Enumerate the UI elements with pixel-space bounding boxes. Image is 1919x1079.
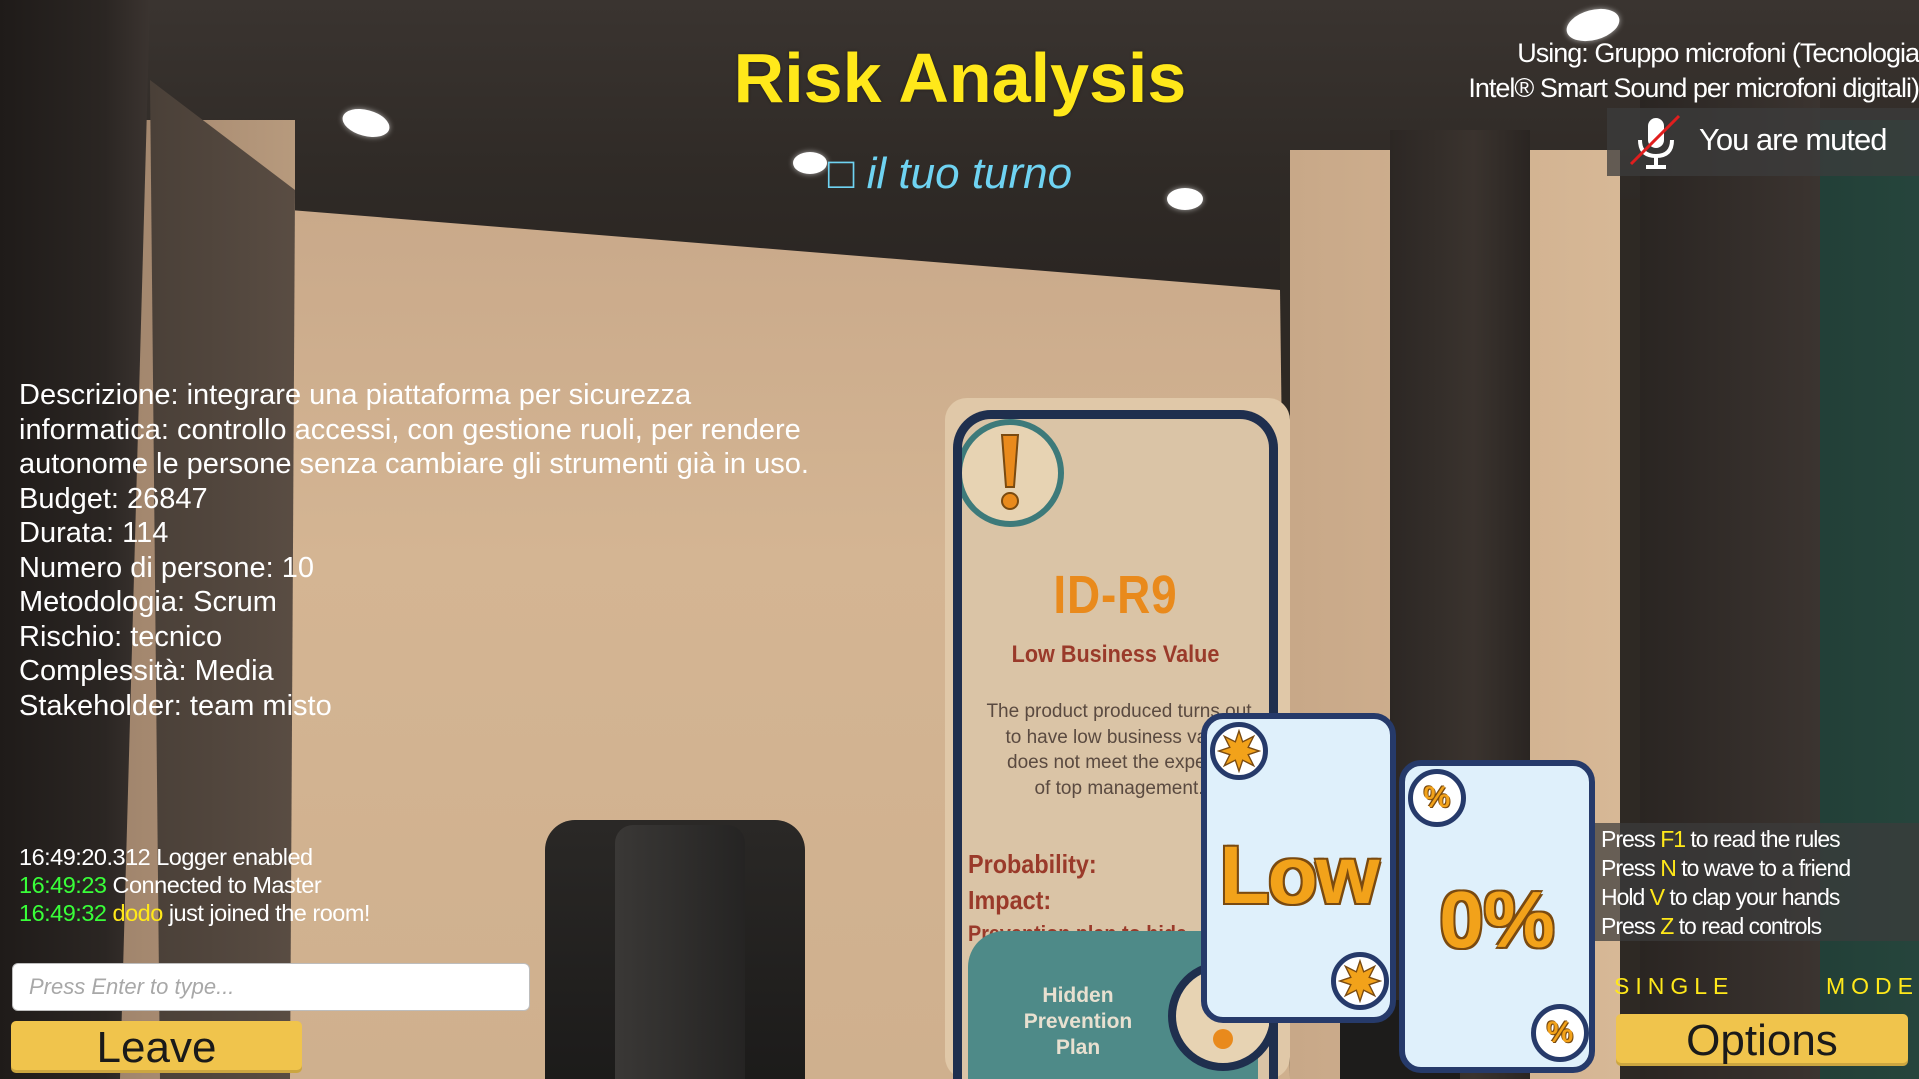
project-stakeholder: Stakeholder: team misto	[19, 689, 332, 722]
card-value: 0%	[1439, 875, 1555, 964]
percent-icon: %	[1408, 769, 1466, 827]
plan-label-line: Hidden	[1042, 984, 1114, 1007]
risk-name: Low Business Value	[1011, 641, 1220, 668]
plan-label-line: Prevention	[1023, 1010, 1133, 1033]
exclamation-icon	[962, 419, 1064, 527]
mute-status[interactable]: You are muted	[1607, 108, 1919, 176]
log-username: dodo	[106, 900, 164, 926]
hand-card-impact[interactable]: % 0% %	[1399, 760, 1595, 1073]
project-budget: Budget: 26847	[19, 482, 208, 515]
log-text: just joined the room!	[162, 900, 371, 926]
log-line: 16:49:23 Connected to Master	[19, 871, 370, 899]
control-hint: Press N to wave to a friend	[1601, 854, 1919, 883]
hint-text: to read the rules	[1685, 826, 1840, 852]
project-line: autonome le persone senza cambiare gli s…	[19, 448, 809, 480]
control-hint: Press F1 to read the rules	[1601, 825, 1919, 854]
hint-key: N	[1660, 855, 1677, 881]
mode-word: MODE	[1826, 973, 1919, 999]
options-button[interactable]: Options	[1616, 1014, 1908, 1066]
risk-id: ID-R9	[1053, 565, 1178, 625]
risk-impact-label: Impact:	[968, 885, 1052, 915]
hint-text: to clap your hands	[1664, 884, 1840, 910]
log-time: 16:49:23	[19, 872, 107, 898]
plan-label: Hidden Prevention Plan	[978, 983, 1178, 1061]
project-complexity: Complessità: Media	[19, 655, 274, 687]
leave-button[interactable]: Leave	[11, 1021, 302, 1073]
log-line: 16:49:20.312 Logger enabled	[19, 844, 313, 870]
percent-glyph: %	[1546, 1016, 1574, 1049]
log-text: Connected to Master	[106, 872, 322, 898]
mic-source-line: Using: Gruppo microfoni (Tecnologia	[1517, 38, 1919, 68]
project-line: Descrizione: integrare una piattaforma p…	[19, 379, 692, 411]
log-time: 16:49:32	[19, 900, 107, 926]
muted-label: You are muted	[1699, 122, 1888, 157]
hint-text: to wave to a friend	[1675, 855, 1851, 881]
sun-icon	[1210, 722, 1268, 780]
hint-text: to read controls	[1673, 913, 1823, 939]
event-log: 16:49:20.312 Logger enabled 16:49:23 Con…	[19, 843, 370, 927]
card-value: Low	[1219, 830, 1380, 921]
hint-text: Press	[1601, 913, 1661, 939]
page-title: Risk Analysis	[733, 39, 1187, 117]
control-hint: Press Z to read controls	[1601, 912, 1919, 941]
game-mode-label: SINGLE MODE	[1614, 973, 1919, 1000]
ceiling-light	[1167, 188, 1203, 210]
sun-icon	[1331, 952, 1389, 1010]
risk-probability-label: Probability:	[968, 849, 1097, 879]
plan-label-line: Plan	[1055, 1036, 1101, 1059]
turn-indicator: □ il tuo turno	[827, 149, 1073, 198]
hint-key: V	[1649, 884, 1665, 910]
mic-muted-icon	[1629, 114, 1681, 169]
project-risk: Rischio: tecnico	[19, 620, 223, 653]
controls-help: Press F1 to read the rules Press N to wa…	[1595, 823, 1919, 941]
mode-word: SINGLE	[1614, 973, 1735, 999]
hint-text: Press	[1601, 826, 1661, 852]
project-duration: Durata: 114	[19, 517, 169, 549]
project-line: informatica: controllo accessi, con gest…	[19, 413, 801, 446]
percent-icon: %	[1531, 1004, 1589, 1062]
chat-input[interactable]	[12, 963, 530, 1011]
hint-key: F1	[1660, 826, 1686, 852]
project-people: Numero di persone: 10	[19, 551, 314, 584]
mic-source-label: Using: Gruppo microfoni (Tecnologia Inte…	[1399, 36, 1919, 106]
percent-glyph: %	[1423, 781, 1451, 814]
chair-back	[615, 825, 745, 1079]
mic-source-line: Intel® Smart Sound per microfoni digital…	[1468, 73, 1919, 103]
hint-key: Z	[1660, 913, 1674, 939]
project-methodology: Metodologia: Scrum	[19, 586, 277, 618]
hint-text: Hold	[1601, 884, 1650, 910]
control-hint: Hold V to clap your hands	[1601, 883, 1919, 912]
hand-card-probability[interactable]: Low	[1201, 713, 1396, 1023]
hint-text: Press	[1601, 855, 1661, 881]
project-info: Descrizione: integrare una piattaforma p…	[19, 378, 919, 723]
log-line: 16:49:32 dodo just joined the room!	[19, 899, 370, 927]
